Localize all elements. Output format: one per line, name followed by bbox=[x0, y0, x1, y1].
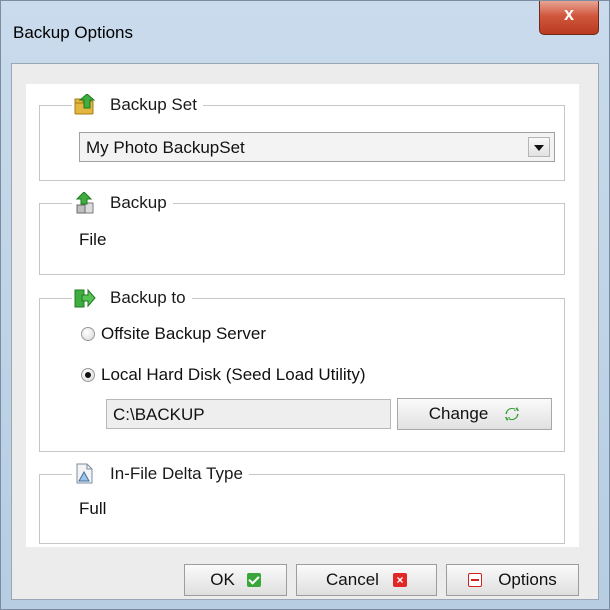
offsite-label: Offsite Backup Server bbox=[101, 324, 267, 343]
delta-file-icon bbox=[74, 463, 96, 485]
delta-type-group: In-File Delta Type bbox=[39, 463, 565, 544]
minus-icon bbox=[468, 573, 483, 587]
backup-to-label: Backup to bbox=[110, 288, 186, 307]
delta-type-value: Full bbox=[79, 499, 107, 518]
file-up-icon bbox=[74, 191, 96, 214]
local-disk-label: Local Hard Disk (Seed Load Utility) bbox=[101, 365, 366, 384]
backup-label: Backup bbox=[110, 193, 167, 212]
destination-arrow-icon bbox=[74, 287, 96, 309]
backup-set-legend: Backup Set bbox=[72, 93, 203, 116]
ok-label: OK bbox=[210, 570, 235, 589]
backup-path-field[interactable]: C:\BACKUP bbox=[106, 399, 391, 429]
chevron-down-icon[interactable] bbox=[528, 137, 550, 157]
window-title: Backup Options bbox=[13, 23, 134, 42]
backup-type-value: File bbox=[79, 230, 107, 249]
offsite-server-option[interactable]: Offsite Backup Server bbox=[81, 324, 266, 344]
backup-to-legend: Backup to bbox=[72, 287, 192, 309]
backup-set-label: Backup Set bbox=[110, 95, 197, 114]
close-icon: x bbox=[563, 4, 574, 24]
local-disk-option[interactable]: Local Hard Disk (Seed Load Utility) bbox=[81, 365, 366, 385]
backup-legend: Backup bbox=[72, 191, 173, 214]
delta-type-label: In-File Delta Type bbox=[110, 464, 243, 483]
title-bar: Backup Options x bbox=[1, 1, 609, 63]
change-button[interactable]: Change bbox=[397, 398, 552, 430]
change-label: Change bbox=[428, 404, 489, 423]
local-disk-radio[interactable] bbox=[81, 368, 95, 382]
check-icon bbox=[246, 573, 261, 587]
close-button[interactable]: x bbox=[539, 1, 599, 35]
options-label: Options bbox=[498, 570, 557, 589]
ok-button[interactable]: OK bbox=[184, 564, 287, 596]
x-icon: × bbox=[392, 573, 407, 587]
cancel-label: Cancel bbox=[326, 570, 379, 589]
backup-group: Backup bbox=[39, 191, 565, 275]
refresh-icon bbox=[504, 406, 520, 422]
options-button[interactable]: Options bbox=[446, 564, 579, 596]
cancel-button[interactable]: Cancel × bbox=[296, 564, 437, 596]
delta-type-legend: In-File Delta Type bbox=[72, 463, 249, 485]
folder-up-icon bbox=[74, 93, 96, 116]
backup-set-value: My Photo BackupSet bbox=[86, 138, 245, 157]
backup-set-select[interactable]: My Photo BackupSet bbox=[79, 132, 555, 162]
backup-options-window: Backup Options x Backup Set My Photo Bac… bbox=[0, 0, 610, 610]
offsite-radio[interactable] bbox=[81, 327, 95, 341]
